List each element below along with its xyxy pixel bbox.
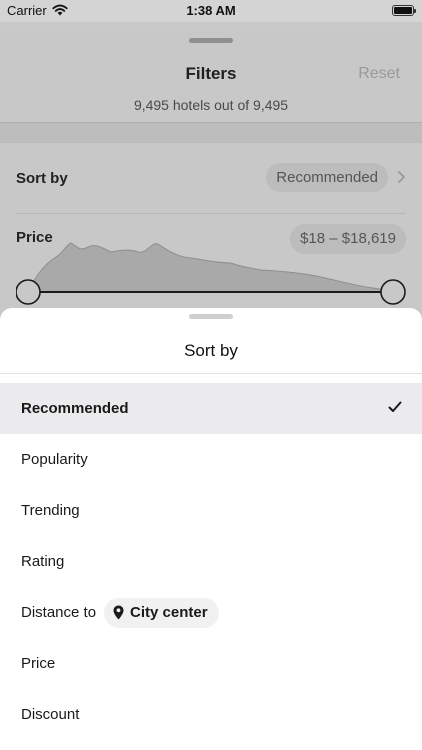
price-histogram — [16, 242, 406, 305]
sort-option-distance[interactable]: Distance to City center — [0, 587, 422, 638]
filters-grabber[interactable] — [189, 38, 233, 43]
sort-sheet-grabber[interactable] — [189, 314, 233, 319]
location-pin-icon — [113, 605, 124, 620]
sort-option-label: Discount — [21, 706, 80, 723]
sort-option-label: Distance to — [21, 604, 97, 621]
status-bar: Carrier 1:38 AM — [0, 0, 422, 22]
sort-by-label: Sort by — [16, 170, 68, 187]
sort-option-recommended[interactable]: Recommended — [0, 383, 422, 434]
price-slider-max-handle[interactable] — [380, 279, 406, 305]
sort-by-value-pill[interactable]: Recommended — [266, 163, 388, 192]
hotel-count: 9,495 hotels out of 9,495 — [133, 97, 289, 113]
reset-button[interactable]: Reset — [358, 65, 400, 83]
status-time: 1:38 AM — [186, 3, 236, 18]
sort-option-label: Trending — [21, 502, 80, 519]
price-slider-min-handle[interactable] — [16, 279, 41, 305]
sort-option-popularity[interactable]: Popularity — [0, 434, 422, 485]
sort-option-trending[interactable]: Trending — [0, 485, 422, 536]
sort-sheet-title: Sort by — [184, 341, 238, 360]
sort-option-discount[interactable]: Discount — [0, 689, 422, 740]
battery-icon — [392, 5, 416, 16]
checkmark-icon — [388, 401, 402, 412]
chevron-right-icon — [398, 171, 405, 183]
sort-sheet-divider — [0, 373, 422, 374]
row-divider — [16, 213, 406, 214]
section-divider — [0, 122, 422, 143]
location-chip[interactable]: City center — [104, 597, 219, 628]
location-chip-label: City center — [130, 604, 208, 621]
price-distribution-area — [27, 242, 394, 293]
sort-option-label: Popularity — [21, 451, 88, 468]
sort-option-rating[interactable]: Rating — [0, 536, 422, 587]
sort-option-label: Price — [21, 655, 56, 672]
sort-option-price[interactable]: Price — [0, 638, 422, 689]
sort-option-label: Recommended — [21, 400, 129, 417]
sort-option-label: Rating — [21, 553, 65, 570]
filters-sheet: Filters Reset 9,495 hotels out of 9,495 … — [0, 30, 422, 330]
sort-by-sheet: Sort by Recommended Popularity Trending … — [0, 308, 422, 750]
